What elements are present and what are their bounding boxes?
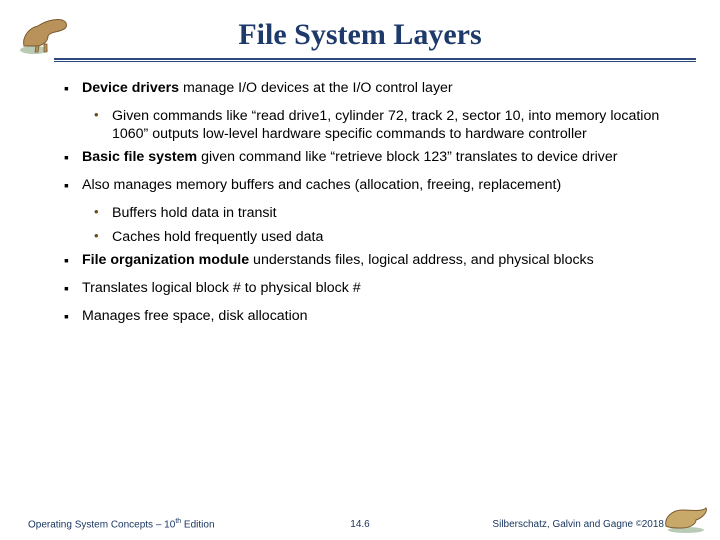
bullet-text: Basic file system given command like “re… [82,149,678,167]
square-bullet-icon: ▪ [64,80,82,98]
square-bullet-icon: ▪ [64,149,82,167]
slide-body: ▪Device drivers manage I/O devices at th… [0,62,720,326]
bullet-item: ▪Basic file system given command like “r… [64,149,678,167]
bullet-item: ▪Also manages memory buffers and caches … [64,177,678,195]
dot-bullet-icon: • [94,205,112,223]
bullet-text: Also manages memory buffers and caches (… [82,177,678,195]
sub-bullet-text: Given commands like “read drive1, cylind… [112,108,678,144]
bullet-item: ▪Manages free space, disk allocation [64,308,678,326]
slide: File System Layers ▪Device drivers manag… [0,0,720,540]
bullet-text: File organization module understands fil… [82,252,678,270]
sub-bullet-item: •Given commands like “read drive1, cylin… [94,108,678,144]
dinosaur-top-image [18,12,74,56]
slide-title: File System Layers [238,18,481,52]
dot-bullet-icon: • [94,108,112,144]
bullet-text: Device drivers manage I/O devices at the… [82,80,678,98]
footer-right-text-b: 2018 [642,519,664,530]
square-bullet-icon: ▪ [64,252,82,270]
sub-bullet-text: Caches hold frequently used data [112,229,678,247]
footer: Operating System Concepts – 10th Edition… [0,508,720,532]
title-area: File System Layers [0,0,720,52]
dot-bullet-icon: • [94,229,112,247]
square-bullet-icon: ▪ [64,280,82,298]
sub-bullet-item: •Caches hold frequently used data [94,229,678,247]
bullet-text: Translates logical block # to physical b… [82,280,678,298]
sub-bullet-text: Buffers hold data in transit [112,205,678,223]
bullet-item: ▪Translates logical block # to physical … [64,280,678,298]
square-bullet-icon: ▪ [64,177,82,195]
bullet-text: Manages free space, disk allocation [82,308,678,326]
bullet-item: ▪Device drivers manage I/O devices at th… [64,80,678,98]
square-bullet-icon: ▪ [64,308,82,326]
bullet-item: ▪File organization module understands fi… [64,252,678,270]
sub-bullet-item: •Buffers hold data in transit [94,205,678,223]
footer-right: Silberschatz, Galvin and Gagne ©2018 [492,519,664,530]
footer-right-text-a: Silberschatz, Galvin and Gagne [492,519,635,530]
